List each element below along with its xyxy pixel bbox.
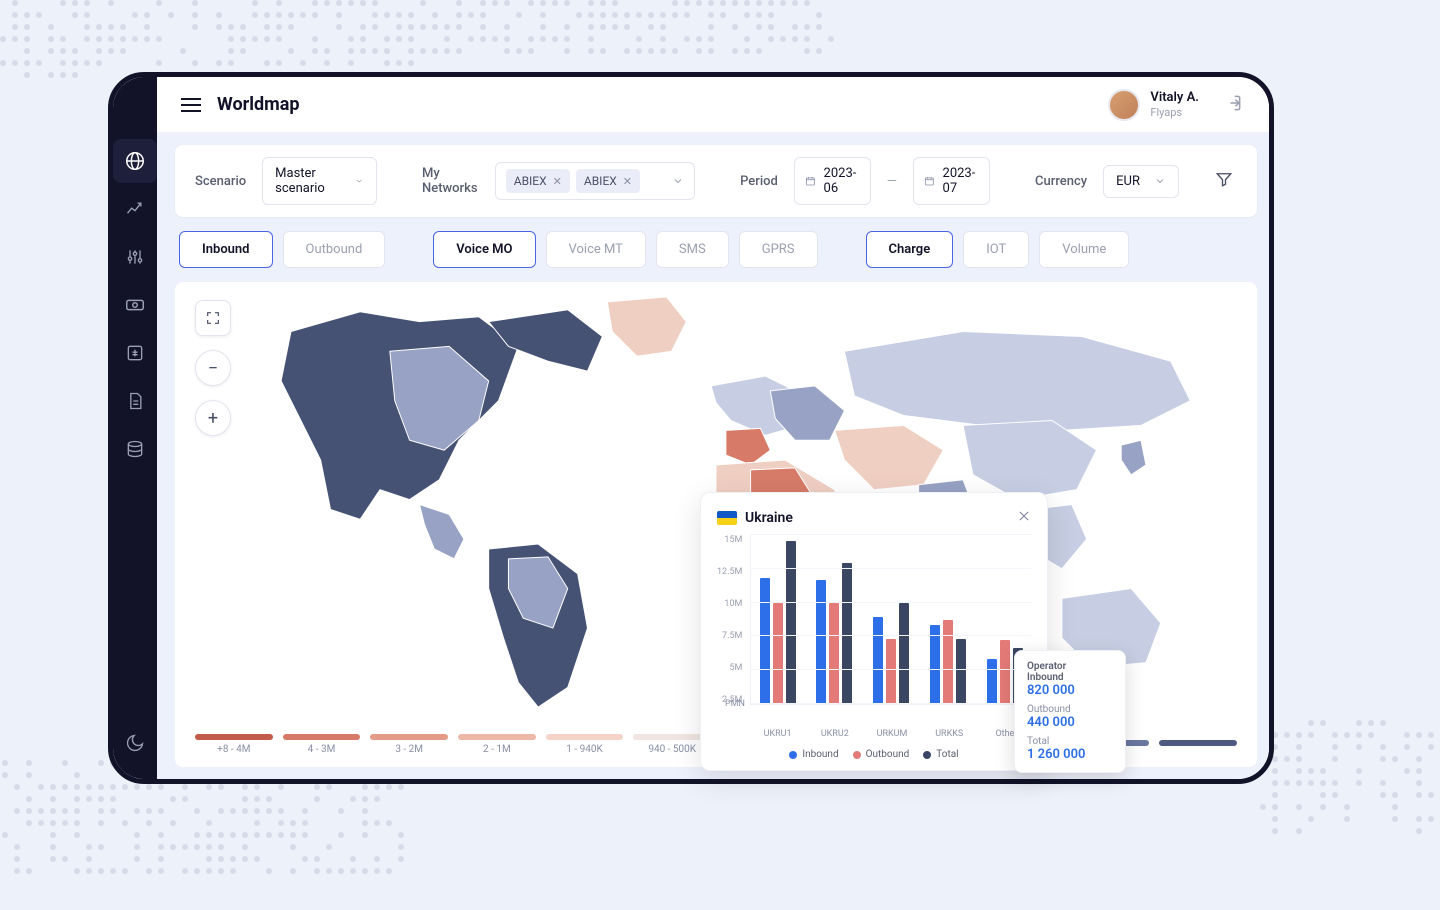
nav-billing[interactable] bbox=[113, 283, 157, 327]
zoom-in-button[interactable]: + bbox=[195, 400, 231, 436]
popup-chart: 15M12.5M10M7.5M5M2.5M PMN bbox=[717, 535, 1031, 725]
calendar-icon bbox=[805, 174, 816, 188]
tooltip-value: 820 000 bbox=[1027, 683, 1113, 698]
tab-gprs[interactable]: GPRS bbox=[739, 231, 818, 268]
fullscreen-button[interactable] bbox=[195, 300, 231, 336]
nav-database[interactable] bbox=[113, 427, 157, 471]
tooltip-label: Total bbox=[1027, 736, 1113, 747]
sliders-icon bbox=[125, 247, 145, 267]
tooltip-label: Outbound bbox=[1027, 704, 1113, 715]
tab-outbound[interactable]: Outbound bbox=[283, 231, 386, 268]
scenario-select[interactable]: Master scenario bbox=[262, 157, 377, 205]
currency-label: Currency bbox=[1035, 174, 1087, 189]
period-separator: — bbox=[887, 174, 897, 189]
tab-inbound[interactable]: Inbound bbox=[179, 231, 273, 268]
popup-close-button[interactable] bbox=[1017, 509, 1031, 527]
remove-tag-icon[interactable]: ✕ bbox=[553, 175, 562, 188]
invoice-icon bbox=[125, 343, 145, 363]
user-org: Flyaps bbox=[1150, 106, 1199, 119]
legend-segment: 2 - 1M bbox=[458, 734, 536, 755]
period-label: Period bbox=[740, 174, 778, 189]
chevron-down-icon bbox=[672, 175, 684, 187]
tab-sms[interactable]: SMS bbox=[656, 231, 729, 268]
chart-xlabels: UKRU1UKRU2URKUMURKKSOther bbox=[753, 729, 1031, 739]
chevron-down-icon bbox=[355, 175, 363, 187]
currency-select[interactable]: EUR bbox=[1103, 165, 1179, 198]
remove-tag-icon[interactable]: ✕ bbox=[623, 175, 632, 188]
chart-xlabel: PMN bbox=[725, 699, 745, 709]
period-to[interactable]: 2023-07 bbox=[913, 157, 990, 205]
map-controls: − + bbox=[195, 300, 231, 436]
tab-iot[interactable]: IOT bbox=[963, 231, 1029, 268]
chart-yaxis: 15M12.5M10M7.5M5M2.5M bbox=[717, 535, 748, 705]
avatar bbox=[1108, 89, 1140, 121]
legend-segment bbox=[1159, 740, 1237, 750]
logout-icon bbox=[1223, 93, 1243, 113]
user-info[interactable]: Vitaly A. Flyaps bbox=[1108, 89, 1199, 121]
nav-theme[interactable] bbox=[113, 721, 157, 765]
network-tag: ABIEX✕ bbox=[506, 169, 570, 193]
zoom-out-button[interactable]: − bbox=[195, 350, 231, 386]
page-title: Worldmap bbox=[217, 94, 299, 115]
topbar: Worldmap Vitaly A. Flyaps bbox=[157, 77, 1274, 133]
expand-icon bbox=[205, 310, 221, 326]
chevron-down-icon bbox=[1154, 175, 1166, 187]
popup-title: Ukraine bbox=[745, 510, 1009, 526]
filter-button[interactable] bbox=[1211, 166, 1237, 196]
bar-group[interactable] bbox=[867, 535, 916, 704]
nav-worldmap[interactable] bbox=[113, 139, 157, 183]
tab-row: Inbound Outbound Voice MO Voice MT SMS GPRS Ch… bbox=[175, 231, 1257, 268]
calendar-icon bbox=[924, 174, 935, 188]
logo bbox=[125, 87, 145, 135]
legend-item: Total bbox=[923, 749, 958, 760]
bar-group[interactable] bbox=[753, 535, 802, 704]
menu-toggle[interactable] bbox=[181, 98, 201, 112]
tooltip-value: 1 260 000 bbox=[1027, 747, 1113, 762]
sidebar bbox=[113, 77, 157, 779]
network-tag: ABIEX✕ bbox=[576, 169, 640, 193]
period-from[interactable]: 2023-06 bbox=[794, 157, 871, 205]
legend-segment: 4 - 3M bbox=[283, 734, 361, 755]
legend-segment: 3 - 2M bbox=[370, 734, 448, 755]
tooltip-value: 440 000 bbox=[1027, 715, 1113, 730]
networks-label: My Networks bbox=[422, 166, 479, 196]
funnel-icon bbox=[1215, 170, 1233, 188]
tab-volume[interactable]: Volume bbox=[1039, 231, 1129, 268]
legend-item: Outbound bbox=[853, 749, 910, 760]
filter-bar: Scenario Master scenario My Networks ABI… bbox=[175, 145, 1257, 217]
bar-group[interactable] bbox=[924, 535, 973, 704]
chart-legend: Inbound Outbound Total bbox=[717, 749, 1031, 760]
legend-segment: 1 - 940K bbox=[546, 734, 624, 755]
chart-body bbox=[750, 535, 1031, 705]
tab-voice-mo[interactable]: Voice MO bbox=[433, 231, 535, 268]
tab-charge[interactable]: Charge bbox=[866, 231, 954, 268]
networks-select[interactable]: ABIEX✕ ABIEX✕ bbox=[495, 162, 695, 200]
close-icon bbox=[1017, 509, 1031, 523]
currency-value: EUR bbox=[1116, 174, 1140, 189]
chart-tooltip: Operator Inbound820 000 Outbound440 000 To… bbox=[1014, 650, 1126, 773]
tab-voice-mt[interactable]: Voice MT bbox=[546, 231, 646, 268]
nav-documents[interactable] bbox=[113, 379, 157, 423]
nav-trends[interactable] bbox=[113, 187, 157, 231]
legend-segment: +8 - 4M bbox=[195, 734, 273, 755]
scenario-value: Master scenario bbox=[275, 166, 341, 196]
logout-button[interactable] bbox=[1215, 85, 1251, 125]
legend-item: Inbound bbox=[789, 749, 838, 760]
scenario-label: Scenario bbox=[195, 174, 246, 189]
user-name: Vitaly A. bbox=[1150, 90, 1199, 106]
nav-adjustments[interactable] bbox=[113, 235, 157, 279]
moon-icon bbox=[125, 733, 145, 753]
globe-icon bbox=[124, 150, 146, 172]
database-icon bbox=[125, 439, 145, 459]
country-popup: Ukraine 15M12.5M10M7.5M5M2.5M PMN UKRU1U… bbox=[700, 492, 1048, 771]
document-icon bbox=[125, 391, 145, 411]
flag-ukraine-icon bbox=[717, 511, 737, 525]
tooltip-label: Inbound bbox=[1027, 672, 1113, 683]
bill-icon bbox=[124, 294, 146, 316]
bar-group[interactable] bbox=[810, 535, 859, 704]
nav-invoice[interactable] bbox=[113, 331, 157, 375]
trend-icon bbox=[125, 199, 145, 219]
tooltip-heading: Operator bbox=[1027, 661, 1113, 672]
